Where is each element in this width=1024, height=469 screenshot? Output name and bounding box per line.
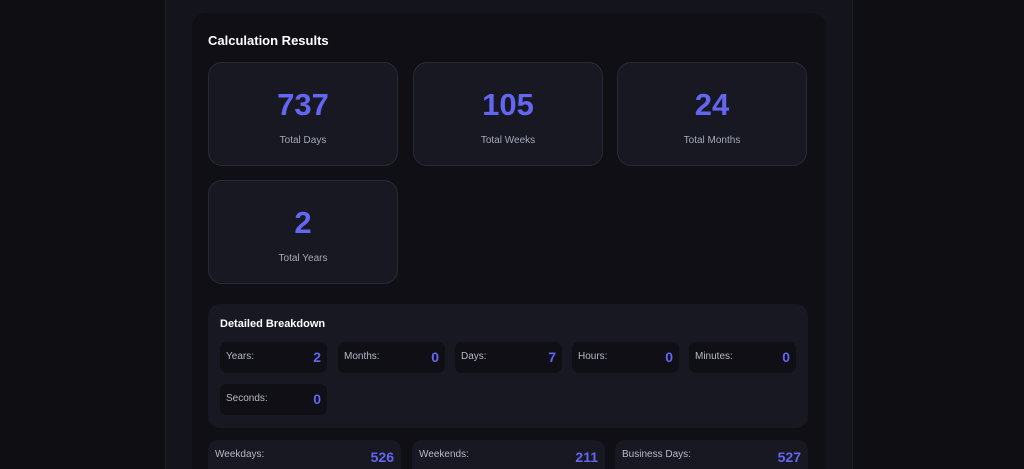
breakdown-value: 2: [313, 349, 321, 365]
breakdown-value: 0: [782, 349, 790, 365]
summary-business-days: Business Days: 527: [615, 440, 808, 469]
breakdown-value: 0: [665, 349, 673, 365]
breakdown-hours: Hours: 0: [572, 342, 679, 373]
breakdown-minutes: Minutes: 0: [689, 342, 796, 373]
breakdown-label: Hours:: [578, 351, 608, 362]
summary-weekends: Weekends: 211: [412, 440, 605, 469]
stat-card-total-days: 737 Total Days: [208, 62, 398, 166]
stat-card-total-months: 24 Total Months: [617, 62, 807, 166]
summary-value: 527: [777, 449, 801, 465]
stat-card-total-years: 2 Total Years: [208, 180, 398, 284]
stat-card-total-weeks: 105 Total Weeks: [413, 62, 603, 166]
breakdown-months: Months: 0: [338, 342, 445, 373]
stat-label: Total Weeks: [480, 135, 536, 146]
stat-value: 737: [277, 87, 329, 122]
breakdown-label: Seconds:: [226, 393, 268, 404]
stat-label: Total Years: [278, 253, 328, 264]
breakdown-value: 0: [431, 349, 439, 365]
breakdown-title: Detailed Breakdown: [220, 318, 326, 330]
stat-label: Total Days: [279, 135, 327, 146]
results-title: Calculation Results: [208, 33, 329, 48]
summary-value: 526: [370, 449, 394, 465]
summary-label: Weekdays:: [215, 449, 265, 460]
stat-value: 105: [482, 87, 534, 122]
stat-label: Total Months: [683, 135, 741, 146]
breakdown-value: 7: [548, 349, 556, 365]
summary-label: Weekends:: [419, 449, 469, 460]
breakdown-label: Years:: [226, 351, 254, 362]
breakdown-label: Months:: [344, 351, 380, 362]
breakdown-label: Minutes:: [695, 351, 733, 362]
page: Calculation Results 737 Total Days 105 T…: [0, 0, 1024, 469]
summary-label: Business Days:: [622, 449, 691, 460]
breakdown-years: Years: 2: [220, 342, 327, 373]
breakdown-label: Days:: [461, 351, 487, 362]
stat-value: 2: [294, 205, 312, 240]
breakdown-value: 0: [313, 391, 321, 407]
stat-value: 24: [694, 87, 730, 122]
breakdown-days: Days: 7: [455, 342, 562, 373]
breakdown-seconds: Seconds: 0: [220, 384, 327, 415]
summary-value: 211: [575, 449, 598, 465]
summary-weekdays: Weekdays: 526: [208, 440, 401, 469]
